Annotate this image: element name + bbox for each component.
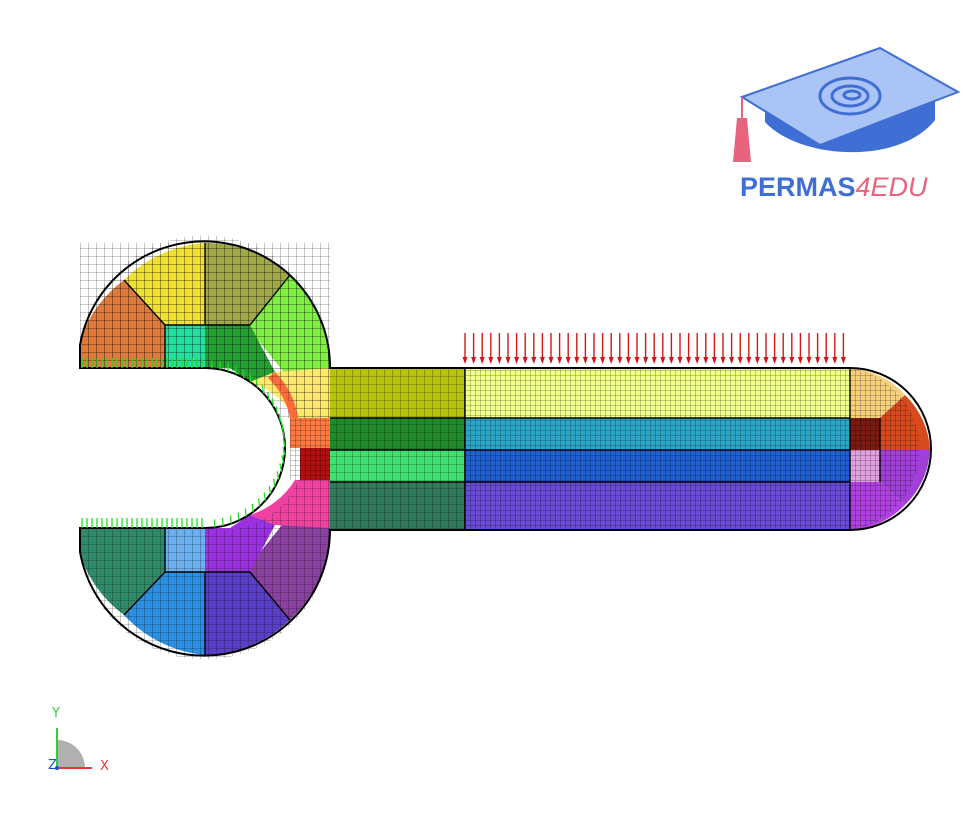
load-arrow-head [764,357,769,364]
load-arrow-head [703,357,708,364]
load-arrow-head [480,357,485,364]
load-arrow-head [626,357,631,364]
load-arrow-head [738,357,743,364]
logo-tassel [733,118,751,162]
graphics-viewport[interactable]: PERMAS4EDU Y X Z [0,0,980,826]
support-tick [243,370,244,378]
logo-cap-board [742,48,958,145]
load-arrow-head [695,357,700,364]
load-arrow-head [600,357,605,364]
y-axis-label: Y [52,706,60,721]
load-arrow-head [772,357,777,364]
load-arrow-head [789,357,794,364]
z-axis-label: Z [48,758,57,773]
load-arrow-head [660,357,665,364]
load-arrow-head [798,357,803,364]
load-arrow-head [669,357,674,364]
load-arrow-head [635,357,640,364]
load-arrow-head [471,357,476,364]
load-arrow-head [841,357,846,364]
load-arrow-head [686,357,691,364]
load-arrow-head [557,357,562,364]
load-arrow-head [549,357,554,364]
support-tick [245,509,246,517]
load-arrow-head [523,357,528,364]
x-axis-label: X [100,759,109,774]
model-canvas[interactable] [0,0,980,826]
load-arrow-head [807,357,812,364]
load-arrow-head [781,357,786,364]
load-arrow-head [815,357,820,364]
load-arrow-head [463,357,468,364]
load-arrow-head [488,357,493,364]
c-opening [80,368,285,528]
load-arrow-head [755,357,760,364]
logo-graphic [733,48,958,162]
mesh-model [80,235,931,659]
load-arrow-head [540,357,545,364]
load-arrow-head [832,357,837,364]
load-arrow-head [514,357,519,364]
support-tick [231,516,232,524]
logo-name-part1: PERMAS [740,172,856,202]
load-arrow-head [531,357,536,364]
support-tick [238,513,239,521]
logo-name-part2: 4EDU [856,172,928,202]
logo-wordmark: PERMAS4EDU [740,172,928,203]
load-arrow-head [678,357,683,364]
load-arrow-head [497,357,502,364]
load-arrow-head [721,357,726,364]
load-arrow-head [729,357,734,364]
load-arrow-head [617,357,622,364]
load-arrow-head [506,357,511,364]
support-tick [250,374,251,382]
load-arrow-head [609,357,614,364]
load-arrow-head [712,357,717,364]
load-arrow-head [746,357,751,364]
triad-quadrant [57,740,85,768]
load-arrow-head [574,357,579,364]
load-arrow-head [652,357,657,364]
load-arrow-head [566,357,571,364]
support-tick [236,366,237,374]
load-arrow-head [643,357,648,364]
axis-triad [55,728,92,770]
load-arrow-head [824,357,829,364]
load-arrow-head [583,357,588,364]
load-arrows [463,333,846,364]
load-arrow-head [592,357,597,364]
